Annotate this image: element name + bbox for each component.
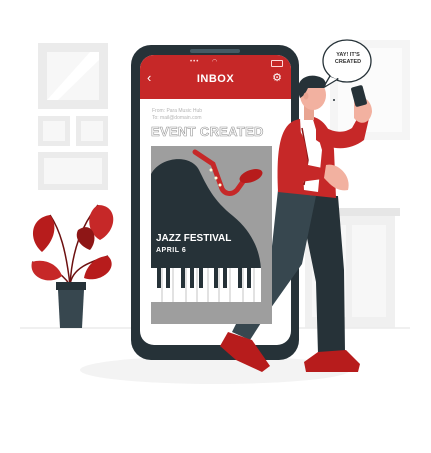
status-bar: ••• ◠: [148, 59, 283, 67]
speech-line-1: YAY! IT'S: [336, 52, 360, 58]
poster-date: APRIL 6: [156, 247, 187, 254]
plant: [31, 204, 114, 328]
page-title: INBOX: [196, 73, 235, 85]
speech-bubble-text: YAY! IT'S CREATED: [328, 52, 368, 66]
wifi-icon: ◠: [212, 59, 218, 65]
email-to: To: mail@domain.com: [152, 115, 202, 121]
wall-frames: [38, 43, 108, 190]
poster-text: JAZZ FESTIVAL APRIL 6: [156, 233, 231, 254]
email-meta: From: Para Music Hub To: mail@domain.com: [152, 108, 202, 122]
app-header: ••• ◠ ‹ INBOX ⚙: [140, 55, 291, 99]
poster-title: JAZZ FESTIVAL: [156, 233, 232, 244]
signal-icon: •••: [190, 59, 200, 65]
event-heading: EVENT CREATED: [151, 124, 264, 140]
gear-icon: ⚙: [272, 72, 282, 84]
battery-icon: [271, 60, 283, 67]
settings-button[interactable]: ⚙: [272, 72, 282, 84]
email-from: From: Para Music Hub: [152, 108, 203, 114]
speech-line-2: CREATED: [334, 59, 362, 65]
phone-screen: ••• ◠ ‹ INBOX ⚙ From: Para Music Hub To:…: [140, 55, 291, 345]
